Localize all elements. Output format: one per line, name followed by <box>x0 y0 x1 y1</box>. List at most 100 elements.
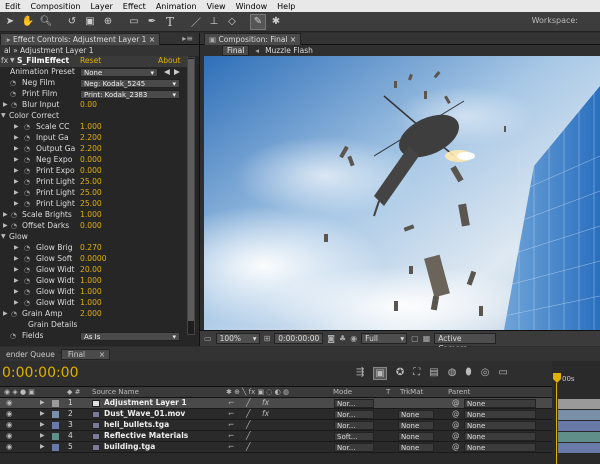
fx-switch-icon[interactable]: fx <box>262 409 269 419</box>
mask-tool-icon[interactable]: ▭ <box>126 14 142 30</box>
zoom-select[interactable]: 100% ▾ <box>215 333 260 344</box>
grid-icon[interactable]: ⊞ <box>264 334 271 343</box>
layer-duration-bar[interactable] <box>558 421 600 431</box>
menu-composition[interactable]: Composition <box>26 2 86 11</box>
stopwatch-icon[interactable]: ◔ <box>24 243 30 254</box>
cc-param-value[interactable]: 25.00 <box>80 188 102 199</box>
brush-tool-icon[interactable]: ／ <box>188 14 204 30</box>
stopwatch-icon[interactable]: ◔ <box>24 166 30 177</box>
quality-switch-icon[interactable]: ╱ <box>246 442 251 452</box>
blend-mode-select[interactable]: Nor... <box>334 399 374 408</box>
stopwatch-icon[interactable]: ◔ <box>24 276 30 287</box>
resolution-select[interactable]: Full ▾ <box>361 333 408 344</box>
parent-select[interactable]: None <box>464 432 536 441</box>
disclosure-triangle-icon[interactable]: ▶ <box>3 210 8 221</box>
disclosure-triangle-icon[interactable]: ▶ <box>14 188 19 199</box>
rotate-tool-icon[interactable]: ↺ <box>64 14 80 30</box>
stopwatch-icon[interactable]: ◔ <box>24 265 30 276</box>
blend-mode-select[interactable]: Nor... <box>334 443 374 452</box>
pickwhip-icon[interactable]: @ <box>452 398 460 408</box>
disclosure-triangle-icon[interactable]: ▶ <box>40 420 45 430</box>
shy-switch-icon[interactable]: ⌐ <box>228 442 234 452</box>
blend-mode-select[interactable]: Nor... <box>334 410 374 419</box>
video-toggle-icon[interactable]: ◉ <box>6 420 13 430</box>
draft-3d-icon[interactable]: ✪ <box>396 367 404 380</box>
video-toggle-icon[interactable]: ◉ <box>6 409 13 419</box>
disclosure-triangle-icon[interactable]: ▶ <box>14 133 19 144</box>
parent-select[interactable]: None <box>464 421 536 430</box>
breadcrumb-final[interactable]: Final <box>222 45 250 56</box>
stopwatch-icon[interactable]: ◔ <box>10 89 16 100</box>
cc-param-value[interactable]: 2.200 <box>80 133 102 144</box>
pickwhip-icon[interactable]: @ <box>452 431 460 441</box>
zoom-tool-icon[interactable]: 🔍︎ <box>38 14 54 30</box>
pen-tool-icon[interactable]: ✒ <box>144 14 160 30</box>
offset-darks-value[interactable]: 0.000 <box>80 221 102 232</box>
pickwhip-icon[interactable]: @ <box>452 442 460 452</box>
fx-switch-icon[interactable]: fx <box>262 398 269 408</box>
layer-duration-bar[interactable] <box>558 410 600 420</box>
stopwatch-icon[interactable]: ◔ <box>10 331 16 342</box>
channel-icon[interactable]: ◉ <box>350 334 357 343</box>
reset-button[interactable]: Reset <box>80 56 101 67</box>
disclosure-triangle-icon[interactable]: ▶ <box>40 409 45 419</box>
selection-tool-icon[interactable]: ➤ <box>2 14 18 30</box>
always-preview-icon[interactable]: ▭ <box>204 334 212 343</box>
disclosure-triangle-icon[interactable]: ▶ <box>3 100 8 111</box>
disclosure-triangle-icon[interactable]: ▼ <box>1 111 6 122</box>
disclosure-triangle-icon[interactable]: ▶ <box>3 221 8 232</box>
disclosure-triangle-icon[interactable]: ▶ <box>40 442 45 452</box>
video-toggle-icon[interactable]: ◉ <box>6 398 13 408</box>
quality-switch-icon[interactable]: ╱ <box>246 398 251 408</box>
stopwatch-icon[interactable]: ◔ <box>11 221 17 232</box>
layer-duration-bar[interactable] <box>558 399 600 409</box>
menu-edit[interactable]: Edit <box>0 2 26 11</box>
shy-switch-icon[interactable]: ⌐ <box>228 409 234 419</box>
trkmat-select[interactable]: None <box>398 432 434 441</box>
disclosure-triangle-icon[interactable]: ▶ <box>40 431 45 441</box>
stopwatch-icon[interactable]: ◔ <box>24 298 30 309</box>
stopwatch-icon[interactable]: ◔ <box>24 287 30 298</box>
frame-blending-icon[interactable]: ▤ <box>429 367 438 380</box>
stopwatch-icon[interactable]: ◔ <box>11 100 17 111</box>
text-tool-icon[interactable]: T <box>162 14 178 30</box>
stopwatch-icon[interactable]: ◔ <box>10 78 16 89</box>
panel-menu-icon[interactable]: ▸≡ <box>182 34 193 43</box>
stopwatch-icon[interactable]: ◔ <box>24 188 30 199</box>
stopwatch-icon[interactable]: ◔ <box>24 122 30 133</box>
layer-duration-bar[interactable] <box>558 443 600 453</box>
animation-preset-select[interactable]: None <box>80 68 158 77</box>
menu-view[interactable]: View <box>202 2 231 11</box>
region-of-interest-icon[interactable]: ▢ <box>411 334 419 343</box>
timeline-layer-row[interactable]: ◉ ▶ 1 Adjustment Layer 1 ⌐ ╱ fx Nor... @ None <box>0 398 552 409</box>
glow-param-value[interactable]: 0.0000 <box>80 254 107 265</box>
stopwatch-icon[interactable]: ◔ <box>11 309 17 320</box>
disclosure-triangle-icon[interactable]: ▶ <box>14 287 19 298</box>
tab-render-queue[interactable]: ender Queue <box>0 350 61 359</box>
stopwatch-icon[interactable]: ◔ <box>24 133 30 144</box>
label-color-swatch[interactable] <box>52 400 59 407</box>
disclosure-triangle-icon[interactable]: ▶ <box>14 298 19 309</box>
cc-param-value[interactable]: 0.000 <box>80 155 102 166</box>
timeline-layer-row[interactable]: ◉ ▶ 2 Dust_Wave_01.mov ⌐ ╱ fx Nor... None @ None <box>0 409 552 420</box>
glow-param-value[interactable]: 1.000 <box>80 287 102 298</box>
parent-select[interactable]: None <box>464 399 536 408</box>
show-snapshot-icon[interactable]: ♣ <box>339 334 346 343</box>
breadcrumb-muzzle-flash[interactable]: Muzzle Flash <box>265 46 313 55</box>
parent-select[interactable]: None <box>464 410 536 419</box>
disclosure-triangle-icon[interactable]: ▶ <box>14 243 19 254</box>
pickwhip-icon[interactable]: @ <box>452 420 460 430</box>
layer-name[interactable]: building.tga <box>104 442 155 452</box>
eraser-tool-icon[interactable]: ◇ <box>224 14 240 30</box>
motion-blur-icon[interactable]: ◍ <box>448 367 457 380</box>
pickwhip-icon[interactable]: @ <box>452 409 460 419</box>
scrollbar-thumb[interactable] <box>188 59 194 321</box>
tab-final[interactable]: Final × <box>60 348 111 360</box>
fx-badge[interactable]: fx <box>1 56 8 67</box>
disclosure-triangle-icon[interactable]: ▼ <box>1 232 6 243</box>
label-color-swatch[interactable] <box>52 444 59 451</box>
label-color-swatch[interactable] <box>52 422 59 429</box>
disclosure-triangle-icon[interactable]: ▶ <box>3 309 8 320</box>
scale-brights-value[interactable]: 1.000 <box>80 210 102 221</box>
disclosure-triangle-icon[interactable]: ▶ <box>14 166 19 177</box>
